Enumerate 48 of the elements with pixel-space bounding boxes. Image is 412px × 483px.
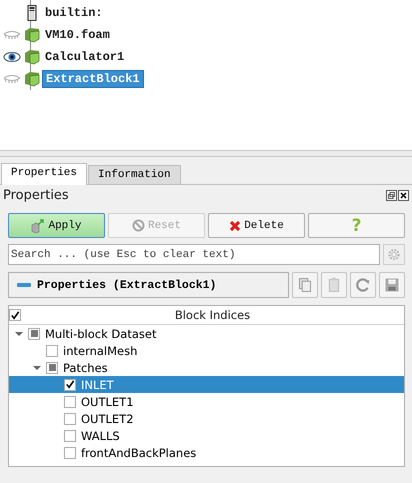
copy-icon[interactable] bbox=[292, 272, 318, 298]
checkbox[interactable] bbox=[64, 378, 76, 390]
tree-item[interactable]: OUTLET2 bbox=[81, 412, 134, 426]
checkbox[interactable] bbox=[46, 362, 58, 374]
tree-item[interactable]: frontAndBackPlanes bbox=[81, 446, 196, 460]
action-button[interactable]: Apply bbox=[8, 213, 105, 238]
column-header[interactable]: Block Indices bbox=[21, 308, 404, 322]
cube-icon bbox=[24, 71, 40, 87]
pipeline-item[interactable]: VM10.foam bbox=[42, 27, 113, 43]
closed-eye-icon[interactable] bbox=[3, 74, 21, 84]
tree-item[interactable]: internalMesh bbox=[63, 344, 138, 358]
checkbox[interactable] bbox=[64, 430, 76, 442]
checkbox[interactable] bbox=[28, 328, 40, 340]
search-field[interactable]: Search ... (use Esc to clear text) bbox=[8, 244, 380, 265]
save-icon[interactable] bbox=[379, 272, 405, 298]
section-header[interactable]: Properties (ExtractBlock1) bbox=[8, 272, 289, 298]
cube-arrow-icon bbox=[31, 218, 46, 232]
checkbox[interactable] bbox=[64, 396, 76, 408]
prohibited-icon bbox=[132, 219, 145, 232]
tree-item[interactable]: WALLS bbox=[81, 428, 120, 442]
settings-icon[interactable] bbox=[383, 244, 405, 265]
panel-title: Properties bbox=[3, 188, 69, 203]
float-icon[interactable] bbox=[386, 190, 397, 201]
cube-icon bbox=[24, 49, 40, 65]
cube-icon bbox=[24, 27, 40, 43]
tree-item[interactable]: Patches bbox=[63, 360, 108, 374]
close-icon bbox=[229, 220, 242, 232]
expanded-arrow-icon[interactable] bbox=[33, 364, 41, 370]
close-icon[interactable] bbox=[398, 190, 409, 201]
pipeline-item[interactable]: Calculator1 bbox=[42, 49, 128, 65]
closed-eye-icon[interactable] bbox=[3, 30, 21, 40]
refresh-icon[interactable] bbox=[350, 272, 376, 298]
tree-item[interactable]: Multi-block Dataset bbox=[45, 326, 156, 340]
paste-icon[interactable] bbox=[321, 272, 347, 298]
tab[interactable]: Properties bbox=[1, 163, 88, 185]
action-button[interactable]: Delete bbox=[208, 213, 305, 238]
checkbox[interactable] bbox=[64, 412, 76, 424]
checkbox[interactable] bbox=[64, 446, 76, 458]
tree-item[interactable]: INLET bbox=[81, 378, 114, 392]
eye-icon[interactable] bbox=[3, 52, 21, 62]
checkbox[interactable] bbox=[46, 344, 58, 356]
pipeline-item[interactable]: builtin: bbox=[42, 5, 106, 21]
checkbox[interactable] bbox=[9, 309, 21, 321]
tab[interactable]: Information bbox=[88, 165, 181, 184]
collapse-icon bbox=[17, 283, 31, 287]
tree-item[interactable]: OUTLET1 bbox=[81, 394, 134, 408]
splitter-handle[interactable] bbox=[0, 150, 412, 157]
expanded-arrow-icon[interactable] bbox=[15, 330, 23, 336]
